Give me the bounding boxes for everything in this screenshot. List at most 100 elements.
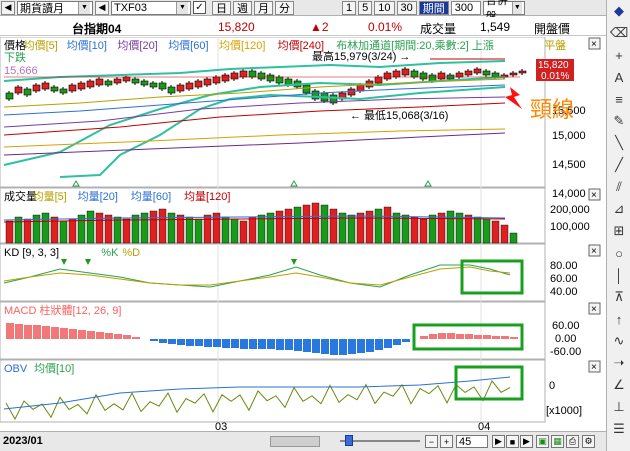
candle-body — [392, 70, 401, 78]
volume-bar — [329, 208, 338, 244]
macd-bar — [51, 327, 59, 339]
product-select[interactable]: 期貨讀月 ▼ — [17, 0, 93, 15]
panel-close-button[interactable]: × — [588, 37, 601, 50]
price-legend-item: 均價[10] — [67, 38, 107, 52]
volume-bar — [500, 224, 509, 244]
zoom-in-icon[interactable]: + — [610, 46, 628, 64]
macd-bar — [60, 328, 68, 339]
period-week-button[interactable]: 週 — [233, 0, 252, 15]
chevron-down-icon: ▼ — [176, 1, 188, 14]
horizontal-scrollbar[interactable] — [270, 436, 320, 447]
volume-bar — [230, 218, 239, 244]
candle-body — [437, 72, 446, 80]
symbol-select[interactable]: TXF03 ▼ — [111, 0, 191, 15]
step-icon[interactable]: ▶ — [520, 435, 533, 448]
circle-icon[interactable]: ○ — [610, 244, 628, 262]
chart-area: 價格 均價[5] 均價[10] 均價[20] 均價[60] 均價[120] 均價[240] 布… — [0, 36, 606, 431]
cycle-icon[interactable]: ∿ — [610, 332, 628, 350]
macd-bar — [231, 339, 239, 348]
bars-input[interactable]: 300 — [450, 0, 481, 15]
cursor-icon[interactable]: ◆ — [610, 2, 628, 20]
zoom-out-button[interactable]: − — [425, 435, 438, 448]
export-icon[interactable]: ▣ — [536, 435, 549, 448]
price-y-tick: 15,000 — [552, 130, 586, 142]
measure-icon[interactable]: ⊥ — [610, 398, 628, 416]
line-tool-icon[interactable]: ╱ — [610, 156, 628, 174]
nav-back-button[interactable]: ◀ — [1, 0, 15, 15]
interval-10-button[interactable]: 10 — [374, 0, 395, 15]
parallel-lines-icon[interactable]: ⫽ — [610, 178, 628, 196]
quote-bar: 台指期04 15,820 ▲2 0.01% 成交量 1,549 開盤價 — [0, 17, 606, 36]
fan-icon[interactable]: ⊿ — [610, 200, 628, 218]
interval-1-button[interactable]: 1 — [342, 0, 357, 15]
macd-bar — [33, 325, 41, 339]
candle-body — [401, 68, 410, 76]
volume-legend-item: 均量[20] — [78, 190, 118, 203]
period-minute-button[interactable]: 分 — [275, 0, 294, 15]
candle-body — [275, 76, 284, 84]
angle-icon[interactable]: ∠ — [610, 376, 628, 394]
highlight-icon[interactable]: ≡ — [610, 90, 628, 108]
quote-change: ▲2 — [310, 20, 329, 34]
macd-bar — [501, 336, 509, 339]
candle-body — [212, 76, 221, 84]
price-high-label: 最高15,979(3/24) → — [312, 49, 410, 63]
interval-5-button[interactable]: 5 — [358, 0, 373, 15]
volume-bar — [356, 212, 365, 244]
trend-line-icon[interactable]: ╲ — [610, 134, 628, 152]
time-axis-start: 2023/01 — [3, 435, 43, 447]
zoom-slider-thumb[interactable] — [345, 435, 353, 446]
volume-bar — [185, 216, 194, 244]
price-y-tick: 14,000 — [552, 188, 586, 200]
obv-unit: [x1000] — [546, 405, 582, 417]
volume-bar — [194, 218, 203, 244]
arrow-up-icon[interactable]: ↑ — [610, 310, 628, 328]
price-legend-item: 布林加通道[期間:20,乘數:2] 上漲 — [336, 38, 494, 52]
settings-icon[interactable]: ⚙ — [582, 435, 595, 448]
candle-body — [356, 84, 365, 92]
panel-close-button[interactable]: × — [588, 244, 601, 257]
macd-bar — [294, 339, 302, 351]
volume-bar — [239, 220, 248, 244]
volume-bar — [95, 212, 104, 244]
list-icon[interactable]: ☰ — [610, 420, 628, 438]
link-checkbox[interactable]: ✓ — [193, 1, 206, 14]
fibonacci-icon[interactable]: ⊼ — [610, 288, 628, 306]
nav-prev-button[interactable]: ◀ — [95, 0, 109, 15]
kd-y-tick: 40.00 — [550, 286, 578, 298]
macd-bar — [339, 339, 347, 355]
merge-select[interactable]: 合併盤 ▼ — [482, 0, 525, 23]
volume-y-tick: 100,000 — [550, 221, 590, 233]
period-day-button[interactable]: 日 — [212, 0, 231, 15]
arrow-icon[interactable]: ➝ — [610, 354, 628, 372]
macd-bar — [312, 339, 320, 353]
channel-icon[interactable]: ⊞ — [610, 222, 628, 240]
volume-bar — [374, 208, 383, 244]
macd-y-tick: -60.00 — [550, 346, 581, 358]
panel-close-button[interactable]: × — [588, 188, 601, 201]
volume-bar — [293, 206, 302, 244]
svg-text:×: × — [591, 246, 597, 257]
grid-icon[interactable]: ▦ — [551, 435, 564, 448]
volume-bar — [86, 210, 95, 244]
period-month-button[interactable]: 月 — [254, 0, 273, 15]
interval-30-button[interactable]: 30 — [396, 0, 417, 15]
text-tool-icon[interactable]: A — [610, 68, 628, 86]
vertical-line-icon[interactable]: │ — [610, 266, 628, 284]
macd-bar — [114, 334, 122, 339]
zoom-value-input[interactable]: 45 — [456, 435, 488, 448]
eraser-icon[interactable]: ⌫ — [610, 24, 628, 42]
print-icon[interactable]: ⎙ — [566, 435, 579, 448]
zoom-in-button[interactable]: + — [440, 435, 453, 448]
candle-body — [257, 72, 266, 80]
period-range-button[interactable]: 期間 — [418, 0, 449, 15]
play-icon[interactable]: ▶ — [492, 435, 505, 448]
macd-bar — [240, 339, 248, 349]
stop-icon[interactable]: ■ — [506, 435, 519, 448]
candle-body — [95, 78, 104, 86]
macd-bar — [6, 323, 14, 339]
pen-icon[interactable]: ✎ — [610, 112, 628, 130]
panel-close-button[interactable]: × — [588, 360, 601, 373]
panel-close-button[interactable]: × — [588, 302, 601, 315]
macd-bar — [78, 330, 86, 339]
